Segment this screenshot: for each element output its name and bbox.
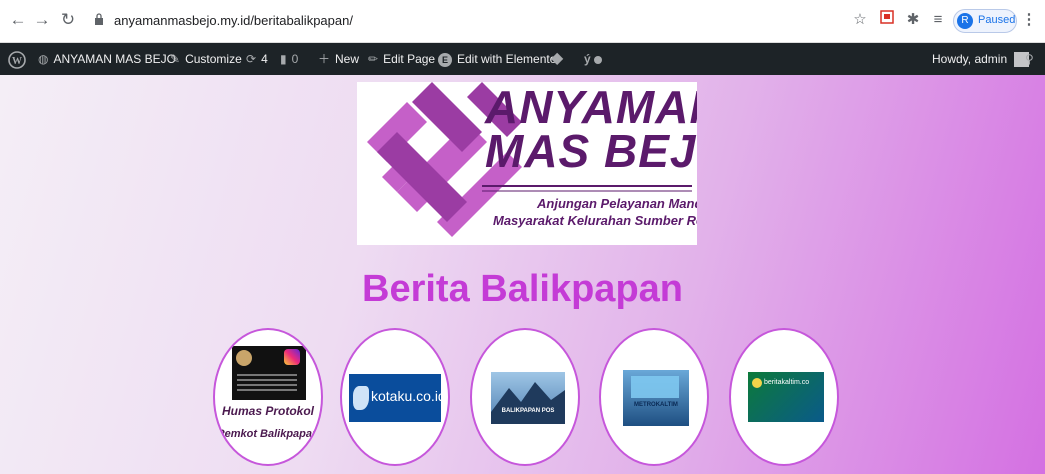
logo-tagline2: Masyarakat Kelurahan Sumber Rejo [493,213,697,228]
beritakaltim-logo: beritakaltim.co [748,372,824,422]
logo-tagline1: Anjungan Pelayanan Mandiri [537,196,697,211]
wp-admin-bar: W ◍ ANYAMAN MAS BEJO ✎ Customize ⟳ 4 ▮ 0 ＋ Ne… [0,43,1045,75]
instagram-card [232,346,306,400]
caption-line2: Pemkot Balikpapan [217,428,319,440]
menu-icon[interactable]: ⋮ [1019,10,1039,30]
new-label: New [335,52,360,66]
elementor-icon: E [438,52,452,67]
profile-text-lines [237,374,297,376]
site-name-label: ANYAMAN MAS BEJO [53,52,176,66]
kotaku-logo: kotaku.co.id [349,374,446,422]
profile-button[interactable]: R Paused [953,9,1017,33]
customize-label: Customize [185,52,242,66]
extension-icon[interactable] [877,10,897,30]
howdy-label: Howdy, admin [932,52,1008,66]
new-content-item[interactable]: ＋ New [318,43,359,75]
caption-line1: Humas Protokol [221,404,314,418]
star-icon[interactable]: ☆ [850,10,870,30]
site-name-item[interactable]: ◍ ANYAMAN MAS BEJO [38,43,176,75]
page-title: Berita Balikpapan [362,268,683,310]
link-balikpapan-pos[interactable]: BALIKPAPAN POS [470,328,580,466]
page-content: ANYAMAN MAS BEJO Anjungan Pelayanan Mand… [0,75,1045,474]
link-metrokaltim[interactable]: METROKALTIM [599,328,709,466]
kotaku-text: kotaku.co.id [371,388,446,404]
updates-count: 4 [261,52,268,66]
brush-icon: ✎ [170,52,181,66]
updates-item[interactable]: ⟳ 4 [246,43,268,75]
puzzle-icon[interactable]: ✱ [903,10,923,30]
edit-elementor-item[interactable]: E Edit with Elementor [438,43,560,75]
edit-elementor-label: Edit with Elementor [457,52,561,66]
reading-list-icon[interactable]: ≡ [928,10,948,30]
profile-status: Paused [978,14,1016,26]
svg-text:W: W [12,56,22,67]
pencil-icon: ✏ [368,52,379,66]
balikpapanpos-text: BALIKPAPAN POS [501,408,555,414]
plus-icon: ＋ [318,52,331,66]
instagram-icon [284,349,300,365]
search-icon[interactable]: ⚲ [1025,43,1034,75]
comments-item[interactable]: ▮ 0 [280,43,298,75]
link-kotaku[interactable]: kotaku.co.id [340,328,450,466]
profile-photo [236,350,252,366]
link-beritakaltim[interactable]: beritakaltim.co [729,328,839,466]
avatar: R [957,13,973,29]
address-bar[interactable]: anyamanmasbejo.my.id/beritabalikpapan/ [86,6,846,36]
edit-page-item[interactable]: ✏ Edit Page [368,43,435,75]
map-icon [353,386,369,410]
link-humas-protokol[interactable]: Humas Protokol Pemkot Balikpapan [213,328,323,466]
forward-icon[interactable]: → [32,10,52,30]
metrokaltim-logo: METROKALTIM [623,370,689,426]
diamond-icon[interactable]: ◆ [551,43,563,75]
yoast-icon[interactable]: ý [584,43,603,75]
logo-line2: MAS BEJO [485,125,697,177]
customize-item[interactable]: ✎ Customize [170,43,242,75]
reload-icon[interactable]: ↻ [58,10,78,30]
my-account-item[interactable]: Howdy, admin [932,43,1030,75]
metrokaltim-text: METROKALTIM [634,402,678,408]
updates-icon: ⟳ [246,52,257,66]
comment-icon: ▮ [280,52,287,66]
beritakaltim-text: beritakaltim.co [764,379,810,386]
bk-emblem [752,378,762,388]
mk-monogram [631,376,679,398]
comments-count: 0 [291,52,299,66]
url-text: anyamanmasbejo.my.id/beritabalikpapan/ [114,13,353,28]
back-icon[interactable]: ← [8,10,28,30]
dashboard-icon: ◍ [38,52,49,66]
balikpapanpos-logo: BALIKPAPAN POS [491,372,565,424]
browser-toolbar: ← → ↻ anyamanmasbejo.my.id/beritabalikpa… [0,0,1045,43]
wordpress-logo-icon[interactable]: W [8,43,26,75]
site-logo[interactable]: ANYAMAN MAS BEJO Anjungan Pelayanan Mand… [357,82,697,245]
lock-icon [95,13,103,25]
edit-page-label: Edit Page [383,52,436,66]
